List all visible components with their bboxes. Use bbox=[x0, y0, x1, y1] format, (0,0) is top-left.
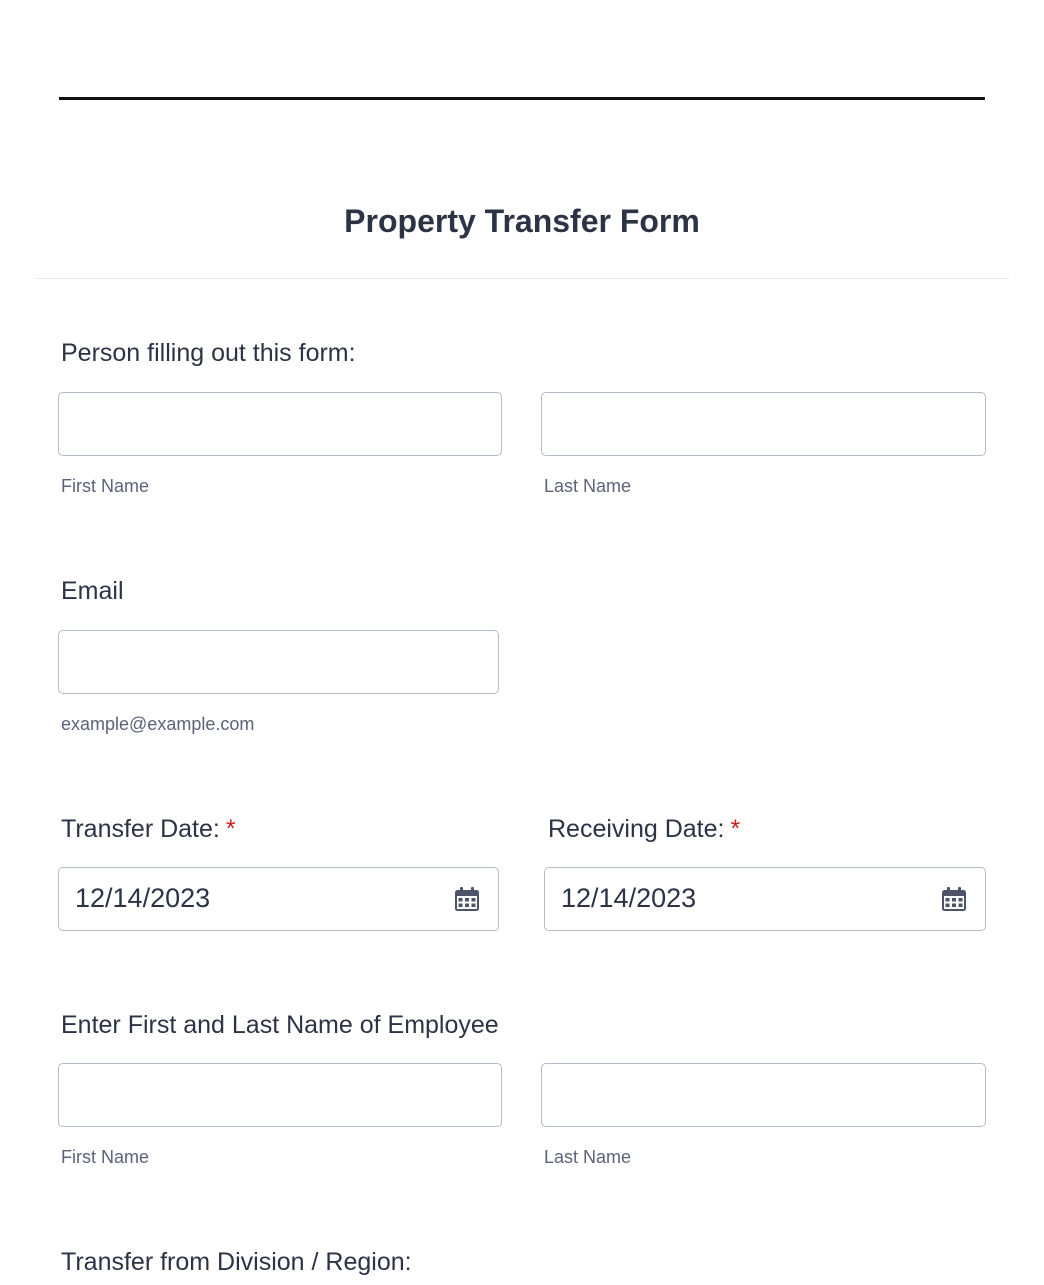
header-rule bbox=[59, 97, 985, 100]
transfer-date-label-text: Transfer Date: bbox=[61, 815, 220, 843]
person-first-name-input[interactable] bbox=[58, 392, 502, 456]
email-label: Email bbox=[61, 577, 124, 605]
person-last-name-input[interactable] bbox=[541, 392, 986, 456]
person-last-name-sublabel: Last Name bbox=[544, 476, 632, 496]
receiving-date-label-text: Receiving Date: bbox=[548, 815, 725, 843]
receiving-date-value[interactable]: 12/14/2023 bbox=[561, 883, 696, 914]
employee-first-name-input[interactable] bbox=[58, 1063, 502, 1127]
transfer-date-label: Transfer Date: * bbox=[61, 815, 236, 844]
transfer-date-value[interactable]: 12/14/2023 bbox=[75, 883, 210, 914]
employee-last-name-input[interactable] bbox=[541, 1063, 986, 1127]
calendar-icon[interactable] bbox=[941, 886, 967, 912]
form-page: Property Transfer Form Person filling ou… bbox=[0, 0, 1044, 1285]
person-first-name-sublabel: First Name bbox=[61, 476, 150, 496]
form-title: Property Transfer Form bbox=[344, 203, 700, 239]
transfer-date-field[interactable]: 12/14/2023 bbox=[58, 867, 499, 931]
calendar-icon[interactable] bbox=[454, 886, 480, 912]
employee-name-label: Enter First and Last Name of Employee bbox=[61, 1011, 499, 1039]
person-filling-label: Person filling out this form: bbox=[61, 339, 356, 367]
required-marker: * bbox=[225, 815, 236, 843]
required-marker: * bbox=[730, 815, 741, 843]
employee-last-name-sublabel: Last Name bbox=[544, 1147, 632, 1167]
receiving-date-label: Receiving Date: * bbox=[548, 815, 740, 844]
receiving-date-field[interactable]: 12/14/2023 bbox=[544, 867, 986, 931]
employee-first-name-sublabel: First Name bbox=[61, 1147, 150, 1167]
transfer-from-label: Transfer from Division / Region: bbox=[61, 1248, 412, 1276]
email-input[interactable] bbox=[58, 630, 499, 694]
email-sublabel: example@example.com bbox=[61, 714, 255, 734]
title-divider bbox=[35, 278, 1009, 279]
